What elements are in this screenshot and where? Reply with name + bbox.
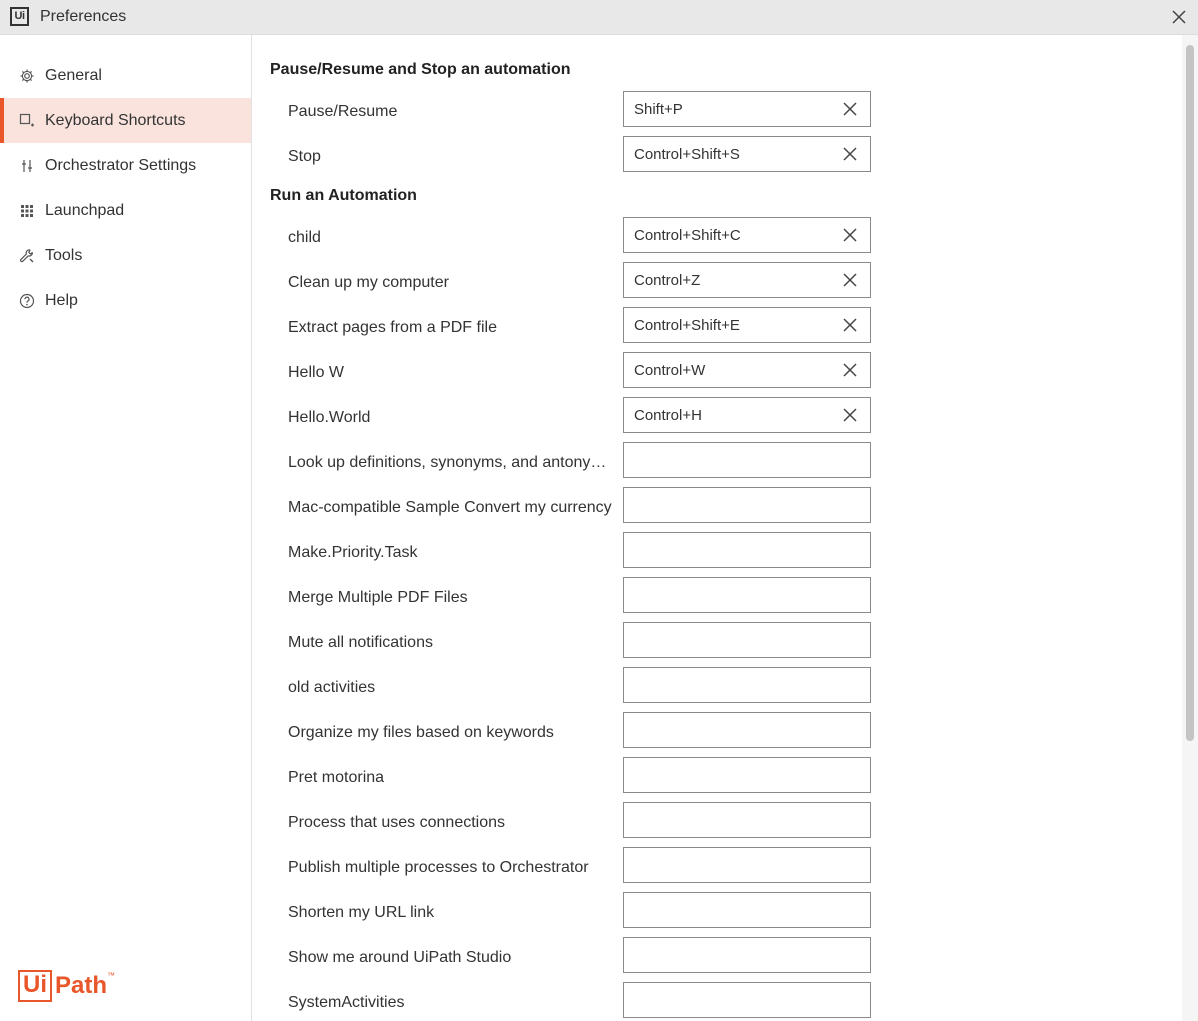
brand-text: Path [55,972,108,999]
close-icon [843,102,857,116]
shortcut-label: Organize my files based on keywords [288,724,554,741]
clear-shortcut-button[interactable] [842,407,858,423]
sidebar-item-label: Keyboard Shortcuts [45,111,186,129]
shortcut-input[interactable] [623,712,871,748]
shortcut-label: old activities [288,679,376,696]
close-icon [843,147,857,161]
help-circle-icon [18,292,36,310]
shortcut-value: Control+Z [634,272,701,289]
clear-shortcut-button[interactable] [842,362,858,378]
sidebar-item-label: General [45,66,102,84]
sidebar: General Keyboard Shortcuts Orchestrator Se… [0,35,252,1021]
close-icon [843,273,857,287]
sidebar-item-label: Help [45,291,78,309]
sliders-icon [18,157,36,175]
clear-shortcut-button[interactable] [842,317,858,333]
shortcut-value: Control+H [634,407,702,424]
shortcut-label: Show me around UiPath Studio [288,949,512,966]
shortcut-label: Stop [288,148,321,165]
shortcut-input[interactable] [623,442,871,478]
vertical-scrollbar[interactable] [1182,35,1198,1021]
shortcut-label: Process that uses connections [288,814,506,831]
shortcut-label: Hello.World [288,409,371,426]
shortcut-input[interactable] [623,532,871,568]
shortcut-input[interactable] [623,487,871,523]
shortcut-input[interactable] [623,847,871,883]
shortcut-label: Mute all notifications [288,634,433,651]
shortcut-label: Publish multiple processes to Orchestrat… [288,859,589,876]
section-title: Pause/Resume and Stop an automation [270,61,571,78]
shortcut-input[interactable]: Control+Z [623,262,871,298]
shortcut-input[interactable]: Control+W [623,352,871,388]
shortcut-input[interactable] [623,667,871,703]
shortcut-input[interactable] [623,622,871,658]
title-bar: Ui Preferences [0,0,1198,35]
shortcut-label: Look up definitions, synonyms, and anton… [288,454,607,471]
shortcut-label: SystemActivities [288,994,405,1011]
close-icon [843,363,857,377]
sidebar-item-general[interactable]: General [0,53,251,98]
brand-trademark: ™ [107,971,116,980]
brand-box: Ui [18,970,52,1002]
close-icon [843,408,857,422]
grid-icon [18,202,36,220]
shortcut-input[interactable]: Control+Shift+S [623,136,871,172]
sidebar-item-tools[interactable]: Tools [0,233,251,278]
sidebar-item-keyboard-shortcuts[interactable]: Keyboard Shortcuts [0,98,251,143]
section-title: Run an Automation [270,187,417,204]
shortcut-label: Hello W [288,364,345,381]
shortcut-label: Merge Multiple PDF Files [288,589,468,606]
sidebar-nav: General Keyboard Shortcuts Orchestrator Se… [0,53,251,323]
shortcut-label: Shorten my URL link [288,904,435,921]
shortcut-label: Make.Priority.Task [288,544,418,561]
sidebar-item-orchestrator-settings[interactable]: Orchestrator Settings [0,143,251,188]
keyboard-shortcut-icon [18,112,36,130]
shortcut-label: Pret motorina [288,769,385,786]
close-icon [1172,10,1186,24]
sidebar-item-help[interactable]: Help [0,278,251,323]
close-icon [843,228,857,242]
shortcut-value: Control+Shift+S [634,146,740,163]
shortcut-label: child [288,229,321,246]
shortcut-label: Clean up my computer [288,274,449,291]
close-icon [843,318,857,332]
shortcut-input[interactable] [623,982,871,1018]
shortcut-input[interactable]: Control+Shift+C [623,217,871,253]
shortcut-input[interactable] [623,802,871,838]
uipath-app-icon: Ui [10,7,29,26]
shortcut-input[interactable]: Shift+P [623,91,871,127]
shortcut-input[interactable]: Control+H [623,397,871,433]
gear-icon [18,67,36,85]
shortcut-input[interactable] [623,937,871,973]
shortcut-value: Control+Shift+C [634,227,741,244]
shortcut-label: Extract pages from a PDF file [288,319,497,336]
scrollbar-thumb[interactable] [1186,45,1194,741]
uipath-logo: Ui Path ™ [18,969,115,1003]
shortcut-label: Mac-compatible Sample Convert my currenc… [288,499,612,516]
clear-shortcut-button[interactable] [842,146,858,162]
sidebar-item-launchpad[interactable]: Launchpad [0,188,251,233]
close-button[interactable] [1168,6,1190,28]
shortcut-input[interactable] [623,757,871,793]
shortcut-value: Control+Shift+E [634,317,740,334]
shortcut-value: Control+W [634,362,706,379]
shortcut-value: Shift+P [634,101,683,118]
sidebar-item-label: Tools [45,246,83,264]
shortcuts-panel: Pause/Resume and Stop an automation Pause… [252,35,1182,1021]
shortcut-input[interactable] [623,577,871,613]
sidebar-item-label: Launchpad [45,201,125,219]
shortcut-input[interactable]: Control+Shift+E [623,307,871,343]
shortcut-label: Pause/Resume [288,103,398,120]
clear-shortcut-button[interactable] [842,227,858,243]
wrench-icon [18,247,36,265]
clear-shortcut-button[interactable] [842,272,858,288]
shortcut-input[interactable] [623,892,871,928]
window-title: Preferences [40,8,127,25]
clear-shortcut-button[interactable] [842,101,858,117]
sidebar-item-label: Orchestrator Settings [45,156,197,174]
